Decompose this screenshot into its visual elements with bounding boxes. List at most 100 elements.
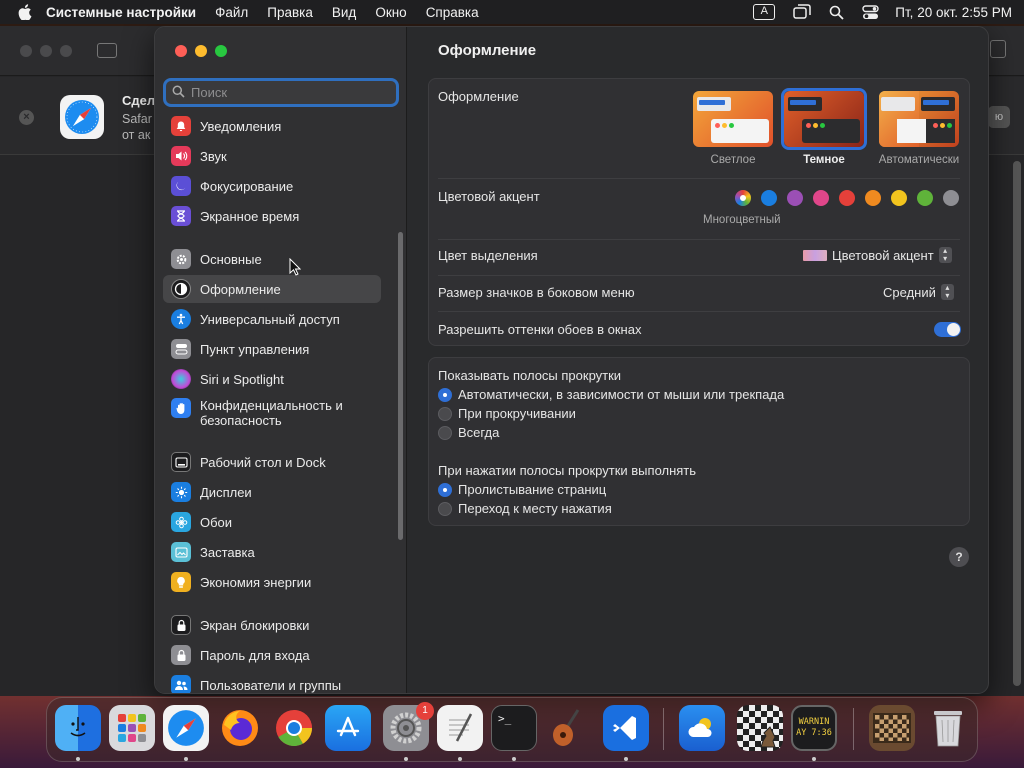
accent-green-swatch[interactable] — [917, 190, 933, 206]
firefox-icon[interactable] — [217, 705, 263, 751]
menu-help[interactable]: Справка — [426, 5, 479, 20]
weather-icon[interactable] — [679, 705, 725, 751]
scrollbars-scrolling-label[interactable]: При прокручивании — [458, 406, 576, 421]
terminal-running-dot — [512, 757, 516, 761]
sidebar-item-desktop-dock[interactable]: Рабочий стол и Dock — [163, 448, 381, 476]
system-settings-window: Уведомления Звук Фокусирование Экранное … — [154, 26, 989, 694]
apple-icon[interactable] — [18, 4, 32, 20]
garageband-icon[interactable] — [545, 705, 591, 751]
search-icon — [172, 85, 185, 101]
scrollbars-always-radio[interactable] — [438, 426, 452, 440]
sun-icon — [171, 482, 191, 502]
minimize-button[interactable] — [195, 45, 207, 57]
finder-icon[interactable] — [55, 705, 101, 751]
window-switcher-icon[interactable] — [793, 4, 812, 20]
wallpaper-tint-toggle[interactable] — [934, 322, 961, 337]
appearance-dark-caption: Темное — [803, 154, 845, 166]
accent-purple-swatch[interactable] — [787, 190, 803, 206]
scrollbars-always-label[interactable]: Всегда — [458, 425, 499, 440]
menubar-clock[interactable]: Пт, 20 окт. 2:55 PM — [895, 5, 1012, 20]
click-next-page-radio[interactable] — [438, 483, 452, 497]
scrollbars-auto-radio[interactable] — [438, 388, 452, 402]
sidebar-item-screensaver[interactable]: Заставка — [163, 538, 381, 566]
safari-tabs-icon[interactable] — [990, 40, 1006, 58]
sidebar-item-lock-screen[interactable]: Экран блокировки — [163, 611, 381, 639]
sidebar-item-focus[interactable]: Фокусирование — [163, 172, 381, 200]
sidebar-scrollbar[interactable] — [398, 232, 403, 540]
sidebar-item-notifications[interactable]: Уведомления — [163, 115, 381, 140]
settings-badge: 1 — [416, 702, 434, 720]
click-next-page-label[interactable]: Пролистывание страниц — [458, 482, 606, 497]
app-store-icon[interactable] — [325, 705, 371, 751]
sidebar-item-control-center[interactable]: Пункт управления — [163, 335, 381, 363]
sidebar-item-appearance[interactable]: Оформление — [163, 275, 381, 303]
input-source-icon[interactable]: A — [753, 4, 776, 20]
trash-icon[interactable] — [925, 705, 971, 751]
sidebar-item-siri-spotlight[interactable]: Siri и Spotlight — [163, 365, 381, 393]
help-button[interactable]: ? — [949, 547, 969, 567]
menu-app-name[interactable]: Системные настройки — [46, 5, 196, 20]
scrollbars-auto-label[interactable]: Автоматически, в зависимости от мыши или… — [458, 387, 784, 402]
accent-red-swatch[interactable] — [839, 190, 855, 206]
appearance-auto-option[interactable] — [879, 91, 959, 147]
click-jump-radio[interactable] — [438, 502, 452, 516]
safari-scrollbar[interactable] — [1013, 161, 1021, 686]
banner-close-icon[interactable]: × — [19, 110, 34, 125]
menubar: Системные настройки Файл Правка Вид Окно… — [0, 0, 1024, 24]
accent-pink-swatch[interactable] — [813, 190, 829, 206]
zoom-button[interactable] — [215, 45, 227, 57]
sidebar-item-users-groups[interactable]: Пользователи и группы — [163, 671, 381, 693]
sidebar-item-login-password[interactable]: Пароль для входа — [163, 641, 381, 669]
banner-button[interactable]: ю — [988, 106, 1010, 128]
terminal-icon[interactable]: >_ — [491, 705, 537, 751]
chess-document-icon[interactable] — [869, 705, 915, 751]
sidebar-item-wallpaper[interactable]: Обои — [163, 508, 381, 536]
safari-icon[interactable] — [163, 705, 209, 751]
menu-view[interactable]: Вид — [332, 5, 356, 20]
search-field[interactable] — [163, 78, 399, 107]
accent-blue-swatch[interactable] — [761, 190, 777, 206]
sidebar-item-sound[interactable]: Звук — [163, 142, 381, 170]
accent-multicolor-swatch[interactable] — [735, 190, 751, 206]
appearance-light-caption: Светлое — [710, 154, 756, 166]
menu-file[interactable]: Файл — [215, 5, 248, 20]
dock: 1 >_ WARNIN AY 7:36 — [46, 697, 978, 762]
banner-title: Сдел — [122, 93, 156, 108]
sidebar-icon-size-popup[interactable]: Средний ▴ ▾ — [883, 284, 954, 300]
sidebar-item-energy-saver[interactable]: Экономия энергии — [163, 568, 381, 596]
textedit-icon[interactable] — [437, 705, 483, 751]
vscode-icon[interactable] — [603, 705, 649, 751]
speaker-icon — [171, 146, 191, 166]
chevron-updown-icon: ▴ ▾ — [940, 284, 954, 300]
menu-edit[interactable]: Правка — [267, 5, 313, 20]
control-center-icon[interactable] — [862, 4, 879, 20]
accent-graphite-swatch[interactable] — [943, 190, 959, 206]
sidebar-item-displays[interactable]: Дисплеи — [163, 478, 381, 506]
accent-yellow-swatch[interactable] — [891, 190, 907, 206]
settings-sidebar: Уведомления Звук Фокусирование Экранное … — [155, 27, 407, 693]
close-button[interactable] — [175, 45, 187, 57]
launchpad-icon[interactable] — [109, 705, 155, 751]
spotlight-search-icon[interactable] — [829, 5, 844, 20]
safari-sidebar-icon[interactable] — [97, 43, 117, 58]
highlight-color-popup[interactable]: Цветовой акцент ▴ ▾ — [803, 247, 952, 263]
console-icon[interactable]: WARNIN AY 7:36 — [791, 705, 837, 751]
scrollbars-scrolling-radio[interactable] — [438, 407, 452, 421]
search-input[interactable] — [191, 85, 381, 100]
appearance-panel: Оформление Светлое Темное Автоматически … — [428, 78, 970, 346]
menu-window[interactable]: Окно — [375, 5, 406, 20]
chrome-icon[interactable] — [271, 705, 317, 751]
appearance-light-option[interactable] — [693, 91, 773, 147]
chess-icon[interactable] — [737, 705, 783, 751]
mouse-cursor-icon — [289, 257, 302, 279]
sidebar-item-accessibility[interactable]: Универсальный доступ — [163, 305, 381, 333]
appearance-dark-option[interactable] — [781, 88, 867, 150]
click-jump-label[interactable]: Переход к месту нажатия — [458, 501, 612, 516]
accessibility-icon — [171, 309, 191, 329]
gear-icon — [171, 249, 191, 269]
dock-icon — [171, 452, 191, 472]
sidebar-item-privacy[interactable]: Конфиденциальность и безопасность — [163, 395, 381, 435]
sidebar-item-general[interactable]: Основные — [163, 245, 381, 273]
accent-orange-swatch[interactable] — [865, 190, 881, 206]
sidebar-item-screen-time[interactable]: Экранное время — [163, 202, 381, 230]
